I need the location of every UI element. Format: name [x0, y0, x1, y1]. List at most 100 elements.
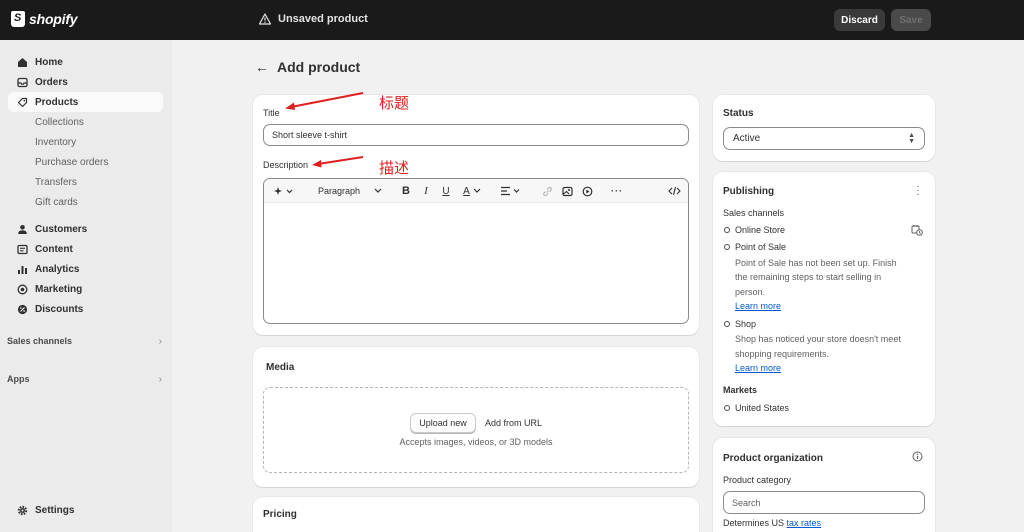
ai-sparkle-icon[interactable]	[272, 184, 296, 198]
sidebar-section-sales-channels[interactable]: Sales channels ›	[7, 336, 162, 347]
shop-description-line: shopping requirements.	[735, 349, 830, 359]
media-dropzone[interactable]	[263, 387, 689, 473]
pos-learn-more-link[interactable]: Learn more	[735, 301, 781, 311]
sidebar-item-label: Transfers	[35, 176, 77, 188]
target-icon	[16, 283, 28, 295]
sidebar-item-collections[interactable]: Collections	[8, 112, 163, 132]
title-input-value: Short sleeve t-shirt	[272, 130, 348, 140]
discard-button[interactable]: Discard	[834, 9, 885, 31]
product-category-search-input[interactable]: Search	[723, 491, 925, 514]
sidebar-item-home[interactable]: Home	[8, 52, 163, 72]
pricing-card	[253, 497, 699, 532]
sidebar-item-inventory[interactable]: Inventory	[8, 132, 163, 152]
brand-name: shopify	[29, 11, 78, 27]
unsaved-status: Unsaved product	[259, 13, 368, 25]
sidebar-item-settings[interactable]: Settings	[8, 500, 163, 520]
paragraph-label: Paragraph	[318, 186, 361, 196]
sidebar-item-gift-cards[interactable]: Gift cards	[8, 192, 163, 212]
sidebar-item-label: Collections	[35, 116, 84, 128]
text-color-icon[interactable]: A	[460, 184, 484, 198]
description-editor[interactable]: Paragraph B I U A ···	[263, 178, 689, 324]
more-options-icon[interactable]: · · ·	[916, 182, 920, 200]
markets-heading: Markets	[723, 385, 758, 395]
home-icon	[16, 56, 28, 68]
sidebar-item-customers[interactable]: Customers	[8, 219, 163, 239]
underline-icon[interactable]: U	[440, 184, 452, 198]
sales-channels-label: Sales channels	[7, 336, 73, 346]
description-label: Description	[263, 160, 309, 170]
sidebar-item-label: Settings	[35, 504, 75, 516]
paragraph-dropdown[interactable]: Paragraph	[318, 184, 384, 198]
pos-description-line: person.	[735, 287, 766, 297]
sidebar-item-discounts[interactable]: Discounts	[8, 299, 163, 319]
sidebar-item-marketing[interactable]: Marketing	[8, 279, 163, 299]
pricing-heading: Pricing	[263, 509, 297, 520]
gear-icon	[16, 504, 28, 516]
media-hint-text: Accepts images, videos, or 3D models	[399, 437, 553, 447]
sidebar-item-label: Content	[35, 243, 73, 255]
pos-description-line: the remaining steps to start selling in	[735, 272, 882, 282]
tag-icon	[16, 96, 28, 108]
sidebar: Home Orders Products Collections Invento…	[0, 40, 172, 532]
shop-learn-more-link[interactable]: Learn more	[735, 363, 781, 373]
add-from-url-link[interactable]: Add from URL	[485, 418, 542, 428]
save-button[interactable]: Save	[891, 9, 931, 31]
sidebar-item-purchase-orders[interactable]: Purchase orders	[8, 152, 163, 172]
shopify-bag-icon	[11, 11, 25, 27]
status-select[interactable]: Active ▲ ▼	[723, 127, 925, 150]
search-placeholder: Search	[732, 497, 761, 508]
sidebar-item-content[interactable]: Content	[8, 239, 163, 259]
annotation-arrow-description	[312, 156, 364, 168]
annotation-title-text: 标题	[379, 95, 410, 112]
calendar-clock-icon[interactable]	[911, 224, 923, 236]
sidebar-item-label: Home	[35, 56, 63, 68]
shopify-logo[interactable]: shopify	[11, 11, 78, 27]
video-icon[interactable]	[581, 184, 593, 198]
bold-icon[interactable]: B	[400, 184, 412, 198]
pos-description-line: Point of Sale has not been set up. Finis…	[735, 258, 897, 268]
arrow-left-icon[interactable]: ←	[255, 59, 269, 75]
page-title: ← Add product	[255, 59, 360, 75]
sidebar-item-label: Orders	[35, 76, 68, 88]
upload-new-button[interactable]: Upload new	[410, 413, 476, 433]
sidebar-item-orders[interactable]: Orders	[8, 72, 163, 92]
warning-icon	[259, 13, 271, 25]
unsaved-status-text: Unsaved product	[278, 13, 368, 25]
title-input[interactable]: Short sleeve t-shirt	[263, 124, 689, 146]
more-icon[interactable]: ···	[610, 184, 624, 198]
sales-channels-heading: Sales channels	[723, 208, 785, 218]
align-icon[interactable]	[499, 184, 523, 198]
sidebar-item-label: Discounts	[35, 303, 84, 315]
product-category-label: Product category	[723, 475, 792, 485]
channel-point-of-sale: Point of Sale	[735, 242, 787, 252]
sidebar-item-products[interactable]: Products	[8, 92, 163, 112]
top-bar: shopify Unsaved product Discard Save	[0, 0, 1024, 40]
determines-prefix: Determines US	[723, 518, 785, 528]
channel-status-dot	[724, 227, 730, 233]
bar-chart-icon	[16, 263, 28, 275]
code-icon[interactable]	[667, 184, 681, 198]
image-icon[interactable]	[561, 184, 573, 198]
tax-rates-link[interactable]: tax rates	[787, 518, 822, 528]
sidebar-item-label: Customers	[35, 223, 88, 235]
media-heading: Media	[266, 362, 295, 373]
channel-status-dot	[724, 244, 730, 250]
channel-status-dot	[724, 321, 730, 327]
sidebar-item-transfers[interactable]: Transfers	[8, 172, 163, 192]
sidebar-item-label: Marketing	[35, 283, 83, 295]
sidebar-item-label: Inventory	[35, 136, 77, 148]
link-icon[interactable]	[541, 184, 553, 198]
product-organization-heading: Product organization	[723, 453, 823, 464]
italic-icon[interactable]: I	[420, 184, 432, 198]
market-status-dot	[724, 405, 730, 411]
status-selected-value: Active	[733, 133, 761, 144]
annotation-arrow-title	[285, 92, 364, 110]
chevron-right-icon: ›	[158, 336, 162, 347]
discount-icon	[16, 303, 28, 315]
status-heading: Status	[723, 108, 754, 119]
sidebar-section-apps[interactable]: Apps ›	[7, 374, 162, 385]
editor-toolbar: Paragraph B I U A ···	[264, 179, 688, 203]
sidebar-item-label: Analytics	[35, 263, 80, 275]
sidebar-item-analytics[interactable]: Analytics	[8, 259, 163, 279]
info-icon[interactable]	[912, 451, 923, 462]
